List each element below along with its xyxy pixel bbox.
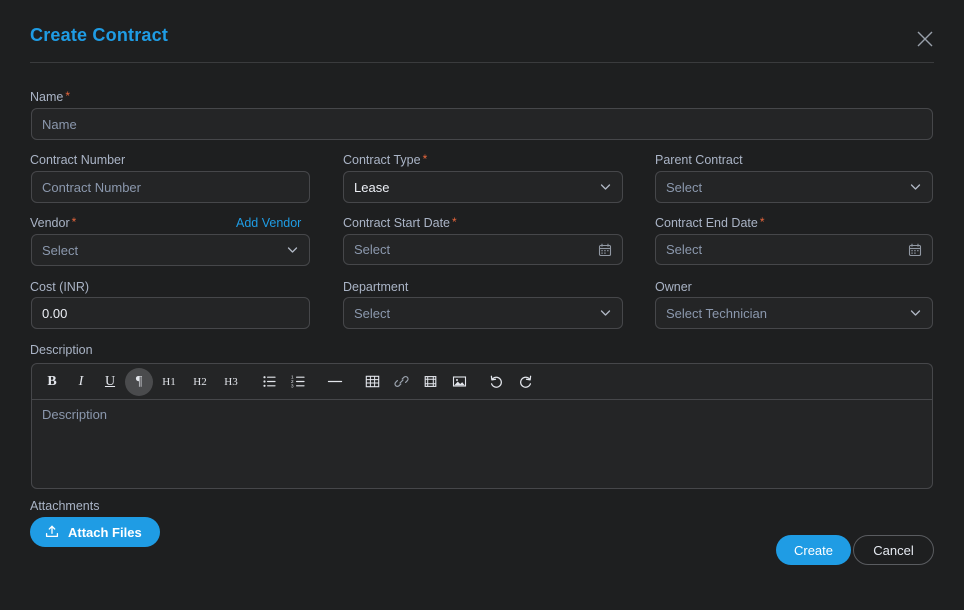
- paragraph-icon[interactable]: ¶: [125, 367, 153, 396]
- parent-contract-select[interactable]: Select: [655, 171, 933, 203]
- vendor-select[interactable]: Select: [31, 234, 310, 266]
- attach-files-label: Attach Files: [68, 524, 142, 540]
- svg-text:3: 3: [291, 384, 294, 389]
- chevron-down-icon: [599, 181, 612, 194]
- redo-icon[interactable]: [511, 368, 539, 396]
- required-marker: *: [65, 89, 71, 103]
- italic-icon[interactable]: I: [67, 368, 95, 396]
- parent-contract-label: Parent Contract: [655, 153, 743, 167]
- name-input[interactable]: Name: [31, 108, 933, 140]
- video-icon[interactable]: [416, 368, 444, 396]
- cost-value: 0.00: [42, 305, 68, 321]
- heading-3-icon[interactable]: H3: [216, 368, 246, 396]
- calendar-icon[interactable]: [598, 243, 612, 257]
- contract-end-date-label: Contract End Date *: [655, 215, 765, 230]
- contract-number-input[interactable]: Contract Number: [31, 171, 310, 203]
- owner-select[interactable]: Select Technician: [655, 297, 933, 329]
- contract-number-placeholder: Contract Number: [42, 179, 141, 195]
- owner-label: Owner: [655, 280, 692, 294]
- create-contract-dialog: Create Contract Name * Name Contract Numb…: [0, 0, 964, 610]
- cost-input[interactable]: 0.00: [31, 297, 310, 329]
- calendar-icon[interactable]: [908, 243, 922, 257]
- owner-placeholder: Select Technician: [666, 305, 767, 321]
- chevron-down-icon: [286, 244, 299, 257]
- chevron-down-icon: [909, 307, 922, 320]
- description-placeholder: Description: [42, 407, 108, 422]
- table-icon[interactable]: [358, 368, 386, 396]
- description-input[interactable]: Description: [31, 399, 933, 489]
- department-label: Department: [343, 280, 409, 294]
- description-editor-toolbar: B I U ¶ H1 H2 H3 1 2 3: [31, 363, 933, 399]
- create-button[interactable]: Create: [776, 535, 851, 565]
- contract-end-date-placeholder: Select: [666, 242, 703, 257]
- header-divider: [30, 62, 934, 63]
- contract-type-label: Contract Type *: [343, 152, 428, 167]
- required-marker: *: [71, 215, 77, 229]
- numbered-list-icon[interactable]: 1 2 3: [284, 368, 312, 396]
- parent-contract-placeholder: Select: [666, 179, 703, 195]
- required-marker: *: [759, 215, 765, 229]
- image-icon[interactable]: [445, 368, 473, 396]
- chevron-down-icon: [599, 307, 612, 320]
- attachments-label: Attachments: [30, 499, 100, 513]
- upload-icon: [44, 524, 60, 540]
- name-label: Name *: [30, 89, 71, 104]
- name-input-placeholder: Name: [42, 116, 77, 132]
- bullet-list-icon[interactable]: [255, 368, 283, 396]
- department-placeholder: Select: [354, 305, 391, 321]
- contract-type-value: Lease: [354, 179, 390, 195]
- horizontal-rule-icon[interactable]: [321, 368, 349, 396]
- undo-icon[interactable]: [482, 368, 510, 396]
- cost-label: Cost (INR): [30, 280, 90, 294]
- contract-start-date-input[interactable]: Select: [343, 234, 623, 265]
- required-marker: *: [452, 215, 457, 229]
- contract-start-date-placeholder: Select: [354, 242, 391, 257]
- contract-type-select[interactable]: Lease: [343, 171, 623, 203]
- vendor-placeholder: Select: [42, 242, 79, 258]
- chevron-down-icon: [909, 181, 922, 194]
- underline-icon[interactable]: U: [96, 368, 124, 396]
- cancel-button[interactable]: Cancel: [853, 535, 934, 565]
- add-vendor-link[interactable]: Add Vendor: [236, 216, 301, 230]
- description-label: Description: [30, 343, 93, 357]
- contract-end-date-input[interactable]: Select: [655, 234, 933, 265]
- attach-files-button[interactable]: Attach Files: [30, 517, 160, 547]
- heading-2-icon[interactable]: H2: [185, 368, 215, 396]
- required-marker: *: [422, 152, 428, 166]
- department-select[interactable]: Select: [343, 297, 623, 329]
- bold-icon[interactable]: B: [38, 368, 66, 396]
- contract-number-label: Contract Number: [30, 153, 126, 167]
- heading-1-icon[interactable]: H1: [154, 368, 184, 396]
- vendor-label: Vendor *: [30, 215, 77, 230]
- contract-start-date-label: Contract Start Date *: [343, 215, 457, 230]
- close-icon[interactable]: [914, 28, 936, 50]
- link-icon[interactable]: [387, 368, 415, 396]
- page-title: Create Contract: [30, 25, 169, 45]
- dialog-header: Create Contract: [0, 0, 964, 64]
